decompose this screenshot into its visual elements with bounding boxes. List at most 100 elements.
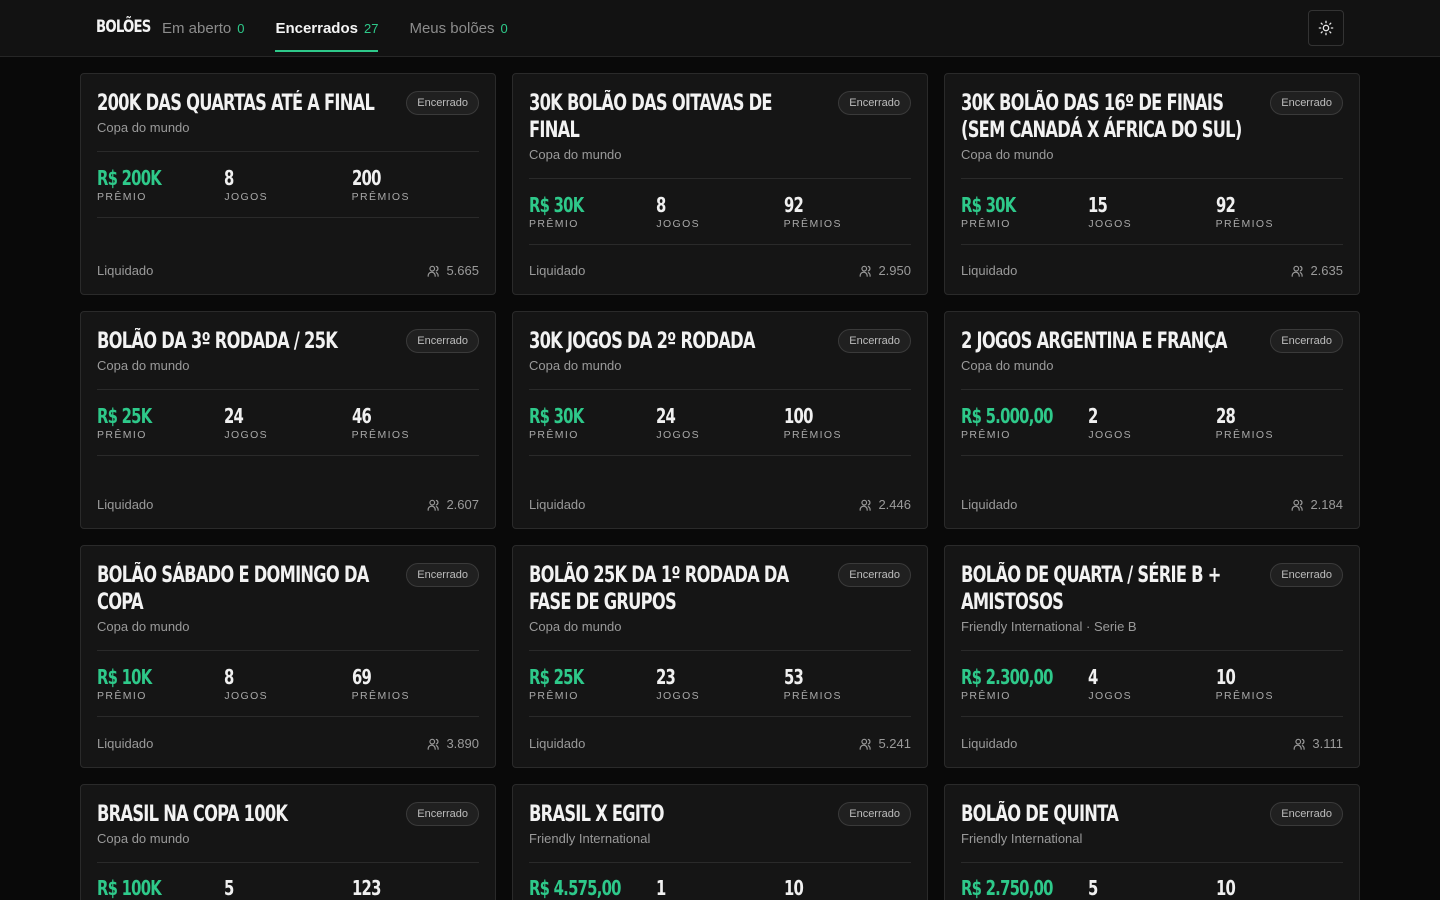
card-title: Bolão 25K da 1º rodada da fase de grupos <box>529 563 789 615</box>
pool-card[interactable]: Brasil x Egito Encerrado Friendly Intern… <box>512 784 928 900</box>
users-icon <box>860 738 872 750</box>
card-stats: R$ 10K PRÊMIO 8 JOGOS 69 PRÊMIOS <box>97 650 479 717</box>
stat-prize: R$ 10K PRÊMIO <box>97 665 224 702</box>
participants: 2.184 <box>1291 497 1343 512</box>
prizes-value: 92 <box>1215 193 1236 217</box>
card-stats: R$ 30K PRÊMIO 15 JOGOS 92 PRÊMIOS <box>961 178 1343 245</box>
card-title: 30K Bolão das Oitavas de Final <box>529 91 773 143</box>
participants: 5.241 <box>859 736 911 751</box>
users-icon <box>1292 499 1304 511</box>
card-header: 30K Jogos da 2º rodada Encerrado <box>529 328 911 355</box>
games-label: JOGOS <box>1088 690 1133 702</box>
status-badge: Encerrado <box>838 329 911 353</box>
status-badge: Encerrado <box>406 329 479 353</box>
card-competition: Copa do mundo <box>529 147 622 162</box>
prize-value: R$ 25K <box>529 665 584 689</box>
stat-prizes: 92 PRÊMIOS <box>784 193 911 230</box>
sun-icon <box>1318 20 1334 36</box>
games-label: JOGOS <box>224 191 269 203</box>
stat-prizes: 92 PRÊMIOS <box>1216 193 1343 230</box>
tab-closed[interactable]: Encerrados 27 <box>275 0 379 56</box>
pool-card[interactable]: 30K Jogos da 2º rodada Encerrado Copa do… <box>512 311 928 529</box>
pool-card[interactable]: Bolão Sábado e domingo da copa Encerrado… <box>80 545 496 768</box>
card-footer: Liquidado 2.950 <box>529 263 911 278</box>
stat-prize: R$ 4.575,00 PRÊMIO <box>529 876 656 900</box>
participants: 2.607 <box>427 497 479 512</box>
participants: 3.890 <box>427 736 479 751</box>
games-value: 8 <box>224 665 234 689</box>
participants: 2.446 <box>859 497 911 512</box>
card-stats: R$ 2.750,00 PRÊMIO 5 JOGOS 10 PRÊMIOS <box>961 862 1343 900</box>
stat-prize: R$ 25K PRÊMIO <box>529 665 656 702</box>
status-badge: Encerrado <box>1270 563 1343 587</box>
prizes-label: PRÊMIOS <box>351 191 410 203</box>
card-competition: Friendly International · Serie B <box>961 619 1137 634</box>
stat-games: 2 JOGOS <box>1088 404 1215 441</box>
games-label: JOGOS <box>656 690 701 702</box>
prizes-value: 92 <box>783 193 804 217</box>
users-icon <box>428 265 440 277</box>
prizes-value: 10 <box>1215 665 1236 689</box>
pool-card[interactable]: Bolão da 3º rodada / 25K Encerrado Copa … <box>80 311 496 529</box>
card-title: Bolão de Quinta <box>961 802 1119 827</box>
settlement-status: Liquidado <box>97 736 154 751</box>
card-stats: R$ 25K PRÊMIO 24 JOGOS 46 PRÊMIOS <box>97 389 479 456</box>
card-header: Brasil x Egito Encerrado <box>529 801 911 828</box>
stat-prize: R$ 30K PRÊMIO <box>529 193 656 230</box>
pool-card[interactable]: 30K Bolão das Oitavas de Final Encerrado… <box>512 73 928 295</box>
prize-label: PRÊMIO <box>961 218 1011 230</box>
status-badge: Encerrado <box>838 91 911 115</box>
pool-card[interactable]: 200K das quartas até a final Encerrado C… <box>80 73 496 295</box>
users-icon <box>1292 265 1304 277</box>
card-footer: Liquidado 2.184 <box>961 497 1343 512</box>
prizes-value: 100 <box>783 404 813 428</box>
participants: 2.950 <box>859 263 911 278</box>
card-title: 200K das quartas até a final <box>97 91 375 116</box>
card-header: 2 Jogos Argentina e França Encerrado <box>961 328 1343 355</box>
status-badge: Encerrado <box>1270 329 1343 353</box>
tab-bar: Em aberto 0 Encerrados 27 Meus bolões 0 <box>162 0 539 56</box>
prize-label: PRÊMIO <box>97 191 147 203</box>
pool-card[interactable]: Bolão 25K da 1º rodada da fase de grupos… <box>512 545 928 768</box>
status-badge: Encerrado <box>1270 802 1343 826</box>
card-footer: Liquidado 2.446 <box>529 497 911 512</box>
settlement-status: Liquidado <box>961 736 1018 751</box>
users-icon <box>860 499 872 511</box>
participants: 5.665 <box>427 263 479 278</box>
status-badge: Encerrado <box>838 563 911 587</box>
pool-card[interactable]: 30K Bolão das 16º de finais (sem Canadá … <box>944 73 1360 295</box>
games-value: 24 <box>656 404 676 428</box>
prizes-value: 200 <box>351 166 381 190</box>
card-stats: R$ 4.575,00 PRÊMIO 1 JOGOS 10 PRÊMIOS <box>529 862 911 900</box>
prize-value: R$ 200K <box>97 166 162 190</box>
card-header: 200K das quartas até a final Encerrado <box>97 90 479 117</box>
pool-card[interactable]: Bolão de quarta / Série B + Amistosos En… <box>944 545 1360 768</box>
participants-count: 3.111 <box>1312 736 1343 751</box>
prizes-label: PRÊMIOS <box>1215 690 1274 702</box>
tab-count: 0 <box>237 20 245 36</box>
users-icon <box>860 265 872 277</box>
stat-prizes: 200 PRÊMIOS <box>352 166 479 203</box>
stat-prize: R$ 30K PRÊMIO <box>961 193 1088 230</box>
card-title: Brasil x Egito <box>529 802 664 827</box>
pool-card[interactable]: Brasil na Copa 100K Encerrado Copa do mu… <box>80 784 496 900</box>
tab-open[interactable]: Em aberto 0 <box>162 0 244 56</box>
card-footer: Liquidado 5.665 <box>97 263 479 278</box>
stat-prize: R$ 25K PRÊMIO <box>97 404 224 441</box>
settlement-status: Liquidado <box>961 497 1018 512</box>
pool-card[interactable]: 2 Jogos Argentina e França Encerrado Cop… <box>944 311 1360 529</box>
card-stats: R$ 100K PRÊMIO 5 JOGOS 123 PRÊMIOS <box>97 862 479 900</box>
participants-count: 5.665 <box>446 263 479 278</box>
theme-toggle-button[interactable] <box>1308 10 1344 46</box>
card-stats: R$ 30K PRÊMIO 24 JOGOS 100 PRÊMIOS <box>529 389 911 456</box>
stat-prize: R$ 200K PRÊMIO <box>97 166 224 203</box>
tab-my-pools[interactable]: Meus bolões 0 <box>409 0 507 56</box>
settlement-status: Liquidado <box>529 263 586 278</box>
prizes-label: PRÊMIOS <box>783 218 842 230</box>
stat-games: 24 JOGOS <box>656 404 783 441</box>
stat-games: 1 JOGOS <box>656 876 783 900</box>
pool-card[interactable]: Bolão de Quinta Encerrado Friendly Inter… <box>944 784 1360 900</box>
stat-prizes: 10 PRÊMIOS <box>784 876 911 900</box>
prize-label: PRÊMIO <box>529 429 579 441</box>
brand-logo[interactable]: BOLÕES <box>96 17 151 37</box>
